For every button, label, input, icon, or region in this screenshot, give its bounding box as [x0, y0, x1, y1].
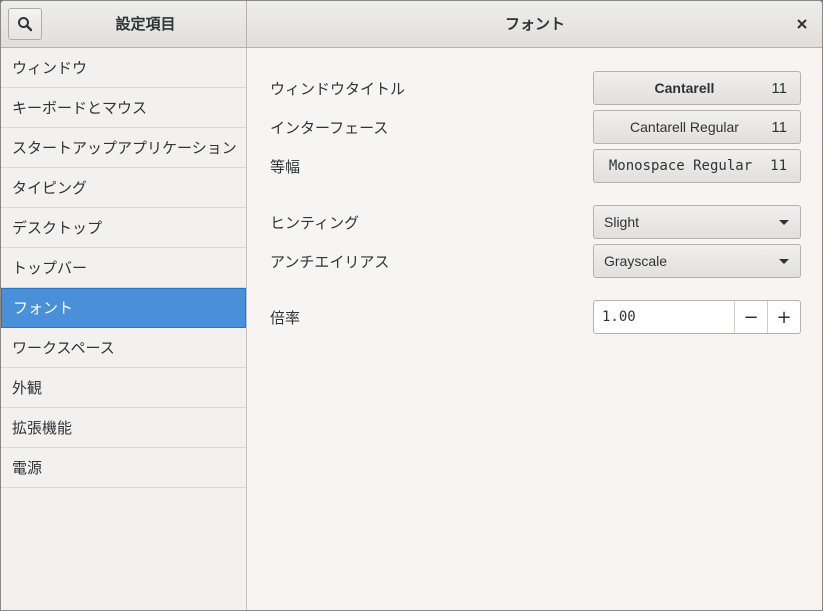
- scaling-label: 倍率: [270, 309, 301, 327]
- monospace-font-name: Monospace Regular: [608, 158, 753, 174]
- sidebar-header: 設定項目: [1, 1, 247, 47]
- search-button[interactable]: [8, 8, 42, 40]
- sidebar-item-top-bar[interactable]: トップバー: [1, 248, 246, 288]
- hinting-value: Slight: [604, 214, 640, 230]
- sidebar-item-startup-applications[interactable]: スタートアップアプリケーション: [1, 128, 246, 168]
- antialiasing-label: アンチエイリアス: [270, 253, 390, 271]
- sidebar-item-windows[interactable]: ウィンドウ: [1, 48, 246, 88]
- interface-font-label: インターフェース: [270, 119, 389, 137]
- search-icon: [18, 17, 33, 32]
- window-title-font-label: ウィンドウタイトル: [270, 80, 406, 98]
- page-title: フォント: [504, 15, 565, 33]
- sidebar-item-keyboard-mouse[interactable]: キーボードとマウス: [1, 88, 246, 128]
- sidebar: ウィンドウ キーボードとマウス スタートアップアプリケーション タイピング デス…: [1, 48, 247, 610]
- close-button[interactable]: [788, 10, 816, 38]
- close-icon: [797, 19, 807, 29]
- scaling-decrease-button[interactable]: −: [734, 301, 767, 333]
- monospace-font-label: 等幅: [270, 158, 301, 176]
- window-title-font-button[interactable]: Cantarell 11: [593, 71, 801, 105]
- scaling-spinbutton: 1.00 − +: [593, 300, 801, 334]
- sidebar-item-typing[interactable]: タイピング: [1, 168, 246, 208]
- sidebar-item-fonts[interactable]: フォント: [1, 288, 246, 328]
- tweaks-window: 設定項目 フォント ウィンドウ キーボードとマウス スタートアップアプリケーショ…: [0, 0, 823, 611]
- interface-font-size: 11: [771, 118, 787, 136]
- header-bar: 設定項目 フォント: [1, 1, 822, 48]
- sidebar-item-workspaces[interactable]: ワークスペース: [1, 328, 246, 368]
- antialiasing-value: Grayscale: [604, 253, 668, 269]
- sidebar-item-desktop[interactable]: デスクトップ: [1, 208, 246, 248]
- sidebar-item-appearance[interactable]: 外観: [1, 368, 246, 408]
- chevron-down-icon: [779, 259, 789, 264]
- hinting-label: ヒンティング: [270, 214, 360, 232]
- monospace-font-button[interactable]: Monospace Regular 11: [593, 149, 801, 183]
- window-title-font-name: Cantarell: [654, 80, 715, 96]
- interface-font-name: Cantarell Regular: [630, 119, 739, 135]
- antialiasing-combo[interactable]: Grayscale: [593, 244, 801, 278]
- fonts-panel: ウィンドウタイトル Cantarell 11 インターフェース Cantarel…: [248, 48, 822, 610]
- sidebar-item-extensions[interactable]: 拡張機能: [1, 408, 246, 448]
- hinting-combo[interactable]: Slight: [593, 205, 801, 239]
- scaling-increase-button[interactable]: +: [767, 301, 800, 333]
- sidebar-item-power[interactable]: 電源: [1, 448, 246, 488]
- sidebar-title: 設定項目: [115, 15, 176, 33]
- window-title-font-size: 11: [771, 79, 787, 97]
- monospace-font-size: 11: [770, 158, 787, 174]
- scaling-input[interactable]: 1.00: [594, 301, 734, 333]
- chevron-down-icon: [779, 220, 789, 225]
- interface-font-button[interactable]: Cantarell Regular 11: [593, 110, 801, 144]
